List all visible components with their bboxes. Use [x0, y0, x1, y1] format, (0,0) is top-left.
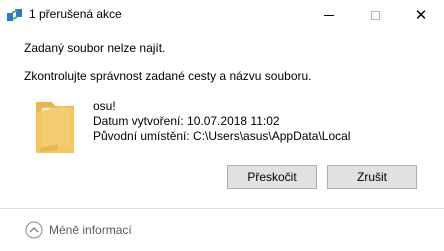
window-title: 1 přerušená akce: [29, 7, 122, 21]
cancel-button[interactable]: Zrušit: [327, 165, 417, 189]
interrupted-action-dialog: 1 přerušená akce ✕ Zadaný soubor nelze n…: [0, 0, 444, 251]
maximize-button[interactable]: [352, 0, 398, 30]
less-info-toggle[interactable]: Méně informací: [49, 223, 132, 237]
error-message: Zadaný soubor nelze najít.: [24, 41, 166, 55]
title-bar[interactable]: 1 přerušená akce ✕: [0, 0, 444, 30]
file-name: osu!: [93, 99, 116, 113]
transfer-icon: [7, 9, 22, 21]
chevron-up-circle-icon[interactable]: [25, 221, 43, 239]
skip-button[interactable]: Přeskočit: [227, 165, 317, 189]
file-created: Datum vytvoření: 10.07.2018 11:02: [93, 114, 280, 128]
maximize-icon: [370, 10, 380, 20]
close-icon: ✕: [414, 6, 428, 24]
folder-icon: [36, 102, 74, 153]
minimize-icon: [324, 14, 334, 16]
close-button[interactable]: ✕: [398, 0, 444, 30]
file-location: Původní umístění: C:\Users\asus\AppData\…: [93, 129, 351, 143]
error-hint: Zkontrolujte správnost zadané cesty a ná…: [24, 69, 312, 83]
footer: Méně informací: [0, 208, 444, 251]
minimize-button[interactable]: [306, 0, 352, 30]
file-info: osu! Datum vytvoření: 10.07.2018 11:02 P…: [93, 99, 350, 144]
